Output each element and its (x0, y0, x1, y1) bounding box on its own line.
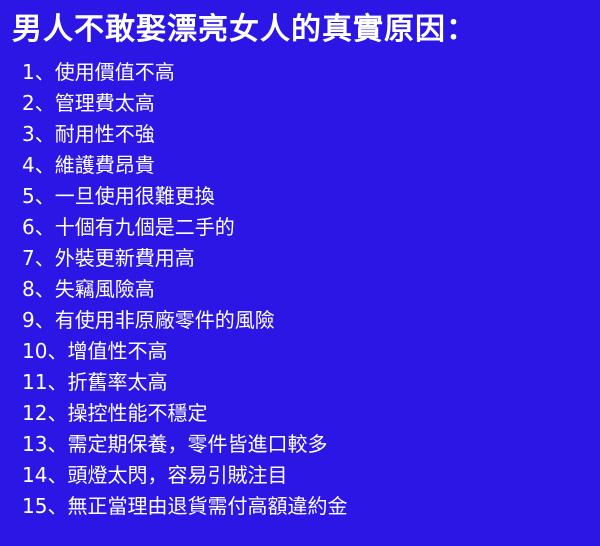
page-title: 男人不敢娶漂亮女人的真實原因： (12, 12, 477, 47)
item-text: 無正當理由退貨需付高額違約金 (67, 494, 348, 518)
list-item: 6、十個有九個是二手的 (22, 212, 347, 243)
list-item: 13、需定期保養，零件皆進口較多 (22, 429, 347, 460)
item-text: 頭燈太閃，容易引賊注目 (67, 463, 288, 487)
list-item: 14、頭燈太閃，容易引賊注目 (22, 460, 347, 491)
item-text: 失竊風險高 (54, 277, 155, 301)
item-number: 7 (22, 246, 35, 270)
list-item: 12、操控性能不穩定 (22, 398, 347, 429)
item-text: 有使用非原廠零件的風險 (54, 308, 275, 332)
item-number: 6 (22, 215, 35, 239)
item-number: 1 (22, 60, 35, 84)
item-separator: 、 (34, 153, 55, 177)
item-number: 9 (22, 308, 35, 332)
item-separator: 、 (34, 277, 55, 301)
item-text: 十個有九個是二手的 (54, 215, 235, 239)
item-number: 4 (22, 153, 35, 177)
item-text: 需定期保養，零件皆進口較多 (67, 432, 328, 456)
item-separator: 、 (47, 494, 68, 518)
item-text: 一旦使用很難更換 (54, 184, 215, 208)
item-separator: 、 (47, 432, 68, 456)
item-separator: 、 (47, 401, 68, 425)
item-separator: 、 (47, 339, 68, 363)
list-item: 7、外裝更新費用高 (22, 243, 347, 274)
list-item: 1、使用價值不高 (22, 57, 347, 88)
item-text: 外裝更新費用高 (54, 246, 195, 270)
item-number: 13 (22, 432, 48, 456)
item-separator: 、 (34, 122, 55, 146)
list-item: 8、失竊風險高 (22, 274, 347, 305)
item-text: 使用價值不高 (54, 60, 175, 84)
item-separator: 、 (34, 308, 55, 332)
item-text: 維護費昂貴 (54, 153, 155, 177)
item-number: 3 (22, 122, 35, 146)
item-text: 增值性不高 (67, 339, 168, 363)
item-separator: 、 (34, 91, 55, 115)
item-number: 11 (22, 370, 48, 394)
item-separator: 、 (47, 370, 68, 394)
list-item: 2、管理費太高 (22, 88, 347, 119)
list-item: 3、耐用性不強 (22, 119, 347, 150)
item-separator: 、 (34, 60, 55, 84)
list-item: 5、一旦使用很難更換 (22, 181, 347, 212)
item-number: 10 (22, 339, 48, 363)
item-separator: 、 (34, 215, 55, 239)
item-separator: 、 (47, 463, 68, 487)
item-number: 14 (22, 463, 48, 487)
list-item: 15、無正當理由退貨需付高額違約金 (22, 491, 347, 522)
list-item: 11、折舊率太高 (22, 367, 347, 398)
reasons-list: 1、使用價值不高 2、管理費太高 3、耐用性不強 4、維護費昂貴 5、一旦使用很… (22, 57, 347, 522)
item-text: 管理費太高 (54, 91, 155, 115)
item-separator: 、 (34, 184, 55, 208)
item-separator: 、 (34, 246, 55, 270)
item-number: 8 (22, 277, 35, 301)
item-number: 15 (22, 494, 48, 518)
list-item: 10、增值性不高 (22, 336, 347, 367)
item-number: 12 (22, 401, 48, 425)
item-number: 2 (22, 91, 35, 115)
item-text: 折舊率太高 (67, 370, 168, 394)
list-item: 4、維護費昂貴 (22, 150, 347, 181)
item-number: 5 (22, 184, 35, 208)
list-item: 9、有使用非原廠零件的風險 (22, 305, 347, 336)
item-text: 耐用性不強 (54, 122, 155, 146)
blue-text-card: 男人不敢娶漂亮女人的真實原因： 1、使用價值不高 2、管理費太高 3、耐用性不強… (0, 0, 600, 546)
item-text: 操控性能不穩定 (67, 401, 208, 425)
